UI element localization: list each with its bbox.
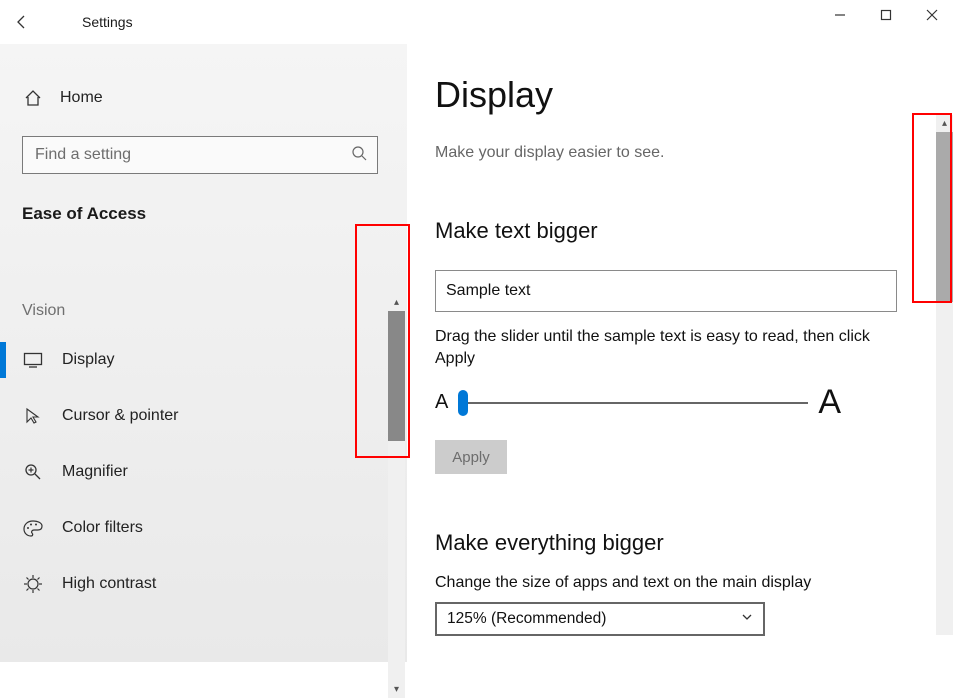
slider-min-label: A — [435, 391, 448, 414]
page-title: Display — [435, 74, 927, 116]
dropdown-value: 125% (Recommended) — [447, 610, 606, 628]
nav-home-label: Home — [60, 89, 103, 107]
search-input[interactable]: Find a setting — [22, 136, 378, 174]
nav-home[interactable]: Home — [0, 74, 407, 122]
category-heading: Ease of Access — [22, 204, 407, 224]
contrast-icon — [22, 573, 44, 595]
chevron-down-icon — [741, 610, 753, 628]
slider-max-label: A — [818, 383, 841, 422]
nav-item-display[interactable]: Display — [0, 332, 407, 388]
search-placeholder: Find a setting — [35, 146, 131, 164]
sidebar: Home Find a setting Ease of Access Visio… — [0, 44, 407, 662]
scroll-down-icon[interactable]: ▾ — [388, 681, 405, 698]
scroll-up-icon[interactable]: ▴ — [936, 115, 953, 132]
slider-instruction: Drag the slider until the sample text is… — [435, 326, 905, 369]
nav-item-color-filters[interactable]: Color filters — [0, 500, 407, 556]
scrollbar-thumb[interactable] — [388, 311, 405, 441]
section-make-everything-bigger: Make everything bigger — [435, 530, 927, 556]
nav-item-high-contrast[interactable]: High contrast — [0, 556, 407, 612]
slider-line — [458, 402, 808, 404]
scroll-up-icon[interactable]: ▴ — [388, 294, 405, 311]
palette-icon — [22, 517, 44, 539]
nav-item-label: High contrast — [62, 575, 156, 593]
apply-button[interactable]: Apply — [435, 440, 507, 474]
section-vision-label: Vision — [22, 302, 407, 320]
scrollbar-thumb[interactable] — [936, 132, 953, 302]
nav-item-label: Color filters — [62, 519, 143, 537]
sample-text: Sample text — [446, 282, 530, 300]
monitor-icon — [22, 349, 44, 371]
size-description: Change the size of apps and text on the … — [435, 574, 927, 592]
search-icon — [351, 145, 367, 166]
content-pane: Display Make your display easier to see.… — [407, 44, 955, 662]
sample-text-box: Sample text — [435, 270, 897, 312]
text-size-slider[interactable]: A A — [435, 383, 927, 422]
home-icon — [22, 87, 44, 109]
titlebar: Settings — [0, 0, 955, 44]
content-scrollbar[interactable]: ▴ — [936, 115, 953, 635]
nav-item-label: Magnifier — [62, 463, 128, 481]
cursor-icon — [22, 405, 44, 427]
window-close-button[interactable] — [909, 0, 955, 30]
window-maximize-button[interactable] — [863, 0, 909, 30]
apply-button-label: Apply — [452, 449, 490, 466]
window-minimize-button[interactable] — [817, 0, 863, 30]
sidebar-scrollbar[interactable]: ▴ ▾ — [388, 294, 405, 698]
magnifier-icon — [22, 461, 44, 483]
nav-item-magnifier[interactable]: Magnifier — [0, 444, 407, 500]
back-button[interactable] — [0, 0, 44, 44]
nav-item-label: Display — [62, 351, 114, 369]
section-make-text-bigger: Make text bigger — [435, 218, 927, 244]
slider-thumb[interactable] — [458, 390, 468, 416]
page-subtitle: Make your display easier to see. — [435, 144, 927, 162]
display-scale-dropdown[interactable]: 125% (Recommended) — [435, 602, 765, 636]
nav-item-cursor-pointer[interactable]: Cursor & pointer — [0, 388, 407, 444]
app-title: Settings — [82, 14, 133, 30]
nav-item-label: Cursor & pointer — [62, 407, 179, 425]
slider-track[interactable] — [458, 390, 808, 416]
